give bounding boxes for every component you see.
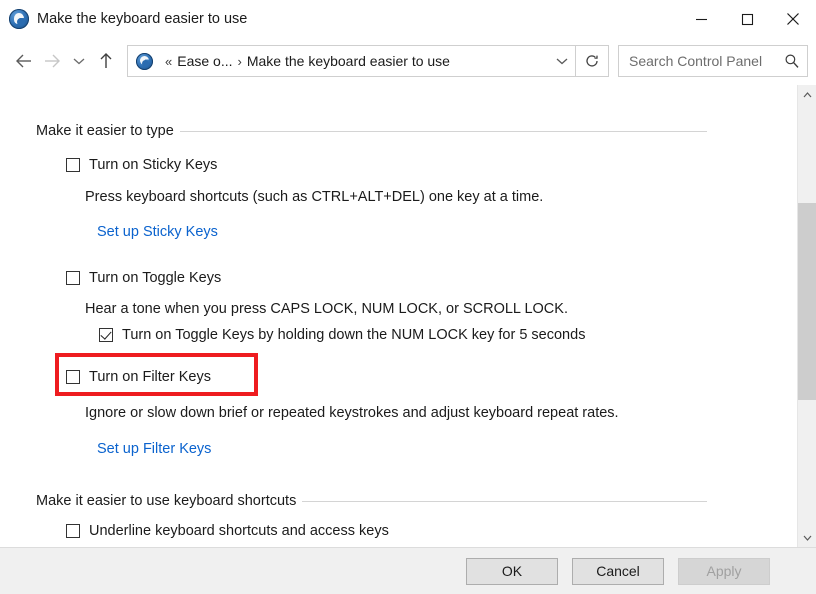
ease-of-access-icon xyxy=(136,52,153,70)
up-arrow-icon[interactable] xyxy=(92,46,120,76)
filter-keys-label: Turn on Filter Keys xyxy=(89,369,211,385)
ok-button[interactable]: OK xyxy=(466,557,558,585)
address-bar[interactable]: « Ease o... › Make the keyboard easier t… xyxy=(127,45,576,77)
search-box[interactable]: Search Control Panel xyxy=(618,45,808,77)
group-header-label: Make it easier to type xyxy=(36,123,174,139)
vertical-scrollbar[interactable] xyxy=(797,85,816,547)
set-up-filter-keys-link[interactable]: Set up Filter Keys xyxy=(97,441,211,457)
underline-shortcuts-label: Underline keyboard shortcuts and access … xyxy=(89,523,389,539)
breadcrumb-item-ease-of-access[interactable]: Ease o... xyxy=(177,53,232,69)
group-header-label: Make it easier to use keyboard shortcuts xyxy=(36,493,297,509)
sticky-keys-checkbox-row[interactable]: Turn on Sticky Keys xyxy=(66,156,217,174)
group-header-rule xyxy=(179,130,707,132)
breadcrumb-overflow-chevron[interactable]: « xyxy=(160,54,177,69)
search-input[interactable]: Search Control Panel xyxy=(619,53,777,69)
minimize-button[interactable] xyxy=(678,0,724,38)
filter-keys-description: Ignore or slow down brief or repeated ke… xyxy=(85,405,619,421)
navigation-bar: « Ease o... › Make the keyboard easier t… xyxy=(0,38,816,84)
filter-keys-checkbox[interactable] xyxy=(66,370,80,384)
breadcrumb-item-current[interactable]: Make the keyboard easier to use xyxy=(247,53,450,69)
back-arrow-icon[interactable] xyxy=(10,46,38,76)
underline-shortcuts-checkbox-row[interactable]: Underline keyboard shortcuts and access … xyxy=(66,522,389,540)
scroll-up-chevron-icon[interactable] xyxy=(798,85,816,104)
toggle-keys-checkbox-row[interactable]: Turn on Toggle Keys xyxy=(66,269,221,287)
toggle-keys-hold-numlock-row[interactable]: Turn on Toggle Keys by holding down the … xyxy=(99,326,585,344)
recent-pages-chevron-icon[interactable] xyxy=(66,46,92,76)
apply-button: Apply xyxy=(678,557,770,585)
toggle-keys-checkbox[interactable] xyxy=(66,271,80,285)
sticky-keys-description: Press keyboard shortcuts (such as CTRL+A… xyxy=(85,189,544,205)
settings-content-area: Make it easier to type Turn on Sticky Ke… xyxy=(0,85,797,547)
ease-of-access-icon xyxy=(9,9,29,29)
search-icon[interactable] xyxy=(777,53,807,69)
underline-shortcuts-checkbox[interactable] xyxy=(66,524,80,538)
toggle-keys-label: Turn on Toggle Keys xyxy=(89,270,222,286)
window-title: Make the keyboard easier to use xyxy=(37,11,248,27)
group-header-make-it-easier-to-type: Make it easier to type xyxy=(36,123,761,139)
window-controls xyxy=(678,0,816,38)
sticky-keys-checkbox[interactable] xyxy=(66,158,80,172)
breadcrumb-separator-icon[interactable]: › xyxy=(233,54,247,69)
dialog-button-bar: OK Cancel Apply xyxy=(0,547,816,594)
cancel-button[interactable]: Cancel xyxy=(572,557,664,585)
scroll-down-chevron-icon[interactable] xyxy=(798,528,816,547)
sticky-keys-label: Turn on Sticky Keys xyxy=(89,157,218,173)
scrollbar-thumb[interactable] xyxy=(798,203,816,400)
close-button[interactable] xyxy=(770,0,816,38)
filter-keys-checkbox-row[interactable]: Turn on Filter Keys xyxy=(66,368,211,386)
title-bar: Make the keyboard easier to use xyxy=(0,0,816,38)
toggle-keys-description: Hear a tone when you press CAPS LOCK, NU… xyxy=(85,301,568,317)
maximize-button[interactable] xyxy=(724,0,770,38)
group-header-rule xyxy=(302,500,707,502)
refresh-button[interactable] xyxy=(576,45,609,77)
toggle-keys-hold-numlock-checkbox[interactable] xyxy=(99,328,113,342)
toggle-keys-hold-numlock-label: Turn on Toggle Keys by holding down the … xyxy=(122,327,586,343)
set-up-sticky-keys-link[interactable]: Set up Sticky Keys xyxy=(97,224,218,240)
forward-arrow-icon xyxy=(38,46,66,76)
group-header-keyboard-shortcuts: Make it easier to use keyboard shortcuts xyxy=(36,493,761,509)
chevron-down-icon[interactable] xyxy=(549,57,575,65)
